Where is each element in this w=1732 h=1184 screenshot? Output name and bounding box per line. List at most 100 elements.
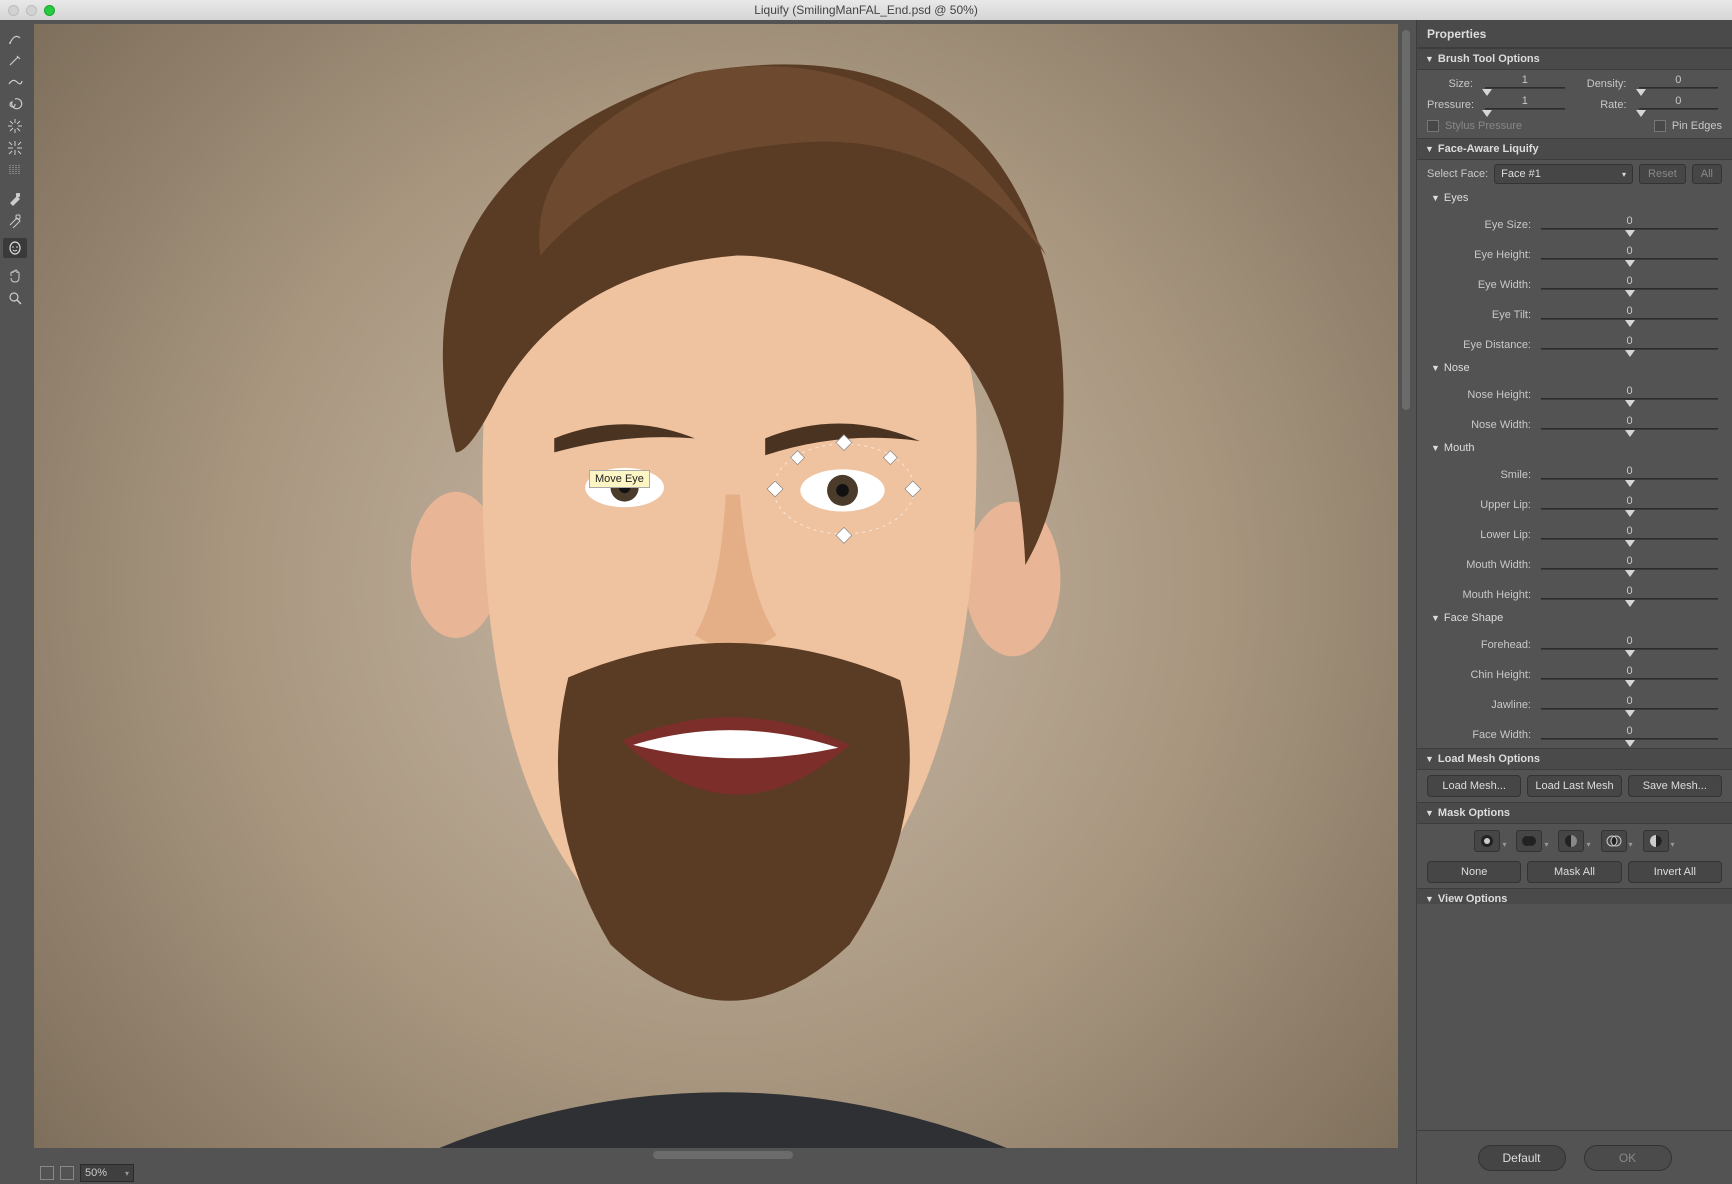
- eye-label-0: Eye Size:: [1427, 219, 1537, 231]
- shape-slider-0[interactable]: [1541, 648, 1718, 650]
- horizontal-scrollbar[interactable]: [34, 1148, 1412, 1162]
- mask-subtract-icon[interactable]: [1558, 830, 1584, 852]
- section-brush-options[interactable]: ▼Brush Tool Options: [1417, 48, 1732, 70]
- nose-value-0[interactable]: 0: [1537, 385, 1722, 397]
- nose-slider-0[interactable]: [1541, 398, 1718, 400]
- freeze-mask-tool[interactable]: [3, 188, 27, 208]
- mouth-slider-4[interactable]: [1541, 598, 1718, 600]
- section-view-options[interactable]: ▼View Options: [1417, 888, 1732, 904]
- mouth-slider-0[interactable]: [1541, 478, 1718, 480]
- all-button[interactable]: All: [1692, 164, 1722, 184]
- save-mesh-button[interactable]: Save Mesh...: [1628, 775, 1722, 797]
- thaw-mask-tool[interactable]: [3, 210, 27, 230]
- mouth-value-1[interactable]: 0: [1537, 495, 1722, 507]
- shape-slider-2[interactable]: [1541, 708, 1718, 710]
- eye-slider-2[interactable]: [1541, 288, 1718, 290]
- shape-value-1[interactable]: 0: [1537, 665, 1722, 677]
- mouth-slider-2[interactable]: [1541, 538, 1718, 540]
- minimize-button[interactable]: [26, 5, 37, 16]
- eye-value-1[interactable]: 0: [1537, 245, 1722, 257]
- mouth-row-3: Mouth Width:0: [1417, 548, 1732, 578]
- mouth-label-0: Smile:: [1427, 469, 1537, 481]
- select-face-label: Select Face:: [1427, 168, 1488, 180]
- mask-invert-icon[interactable]: [1643, 830, 1669, 852]
- subsection-mouth[interactable]: ▼Mouth: [1417, 438, 1732, 458]
- pressure-slider[interactable]: [1485, 108, 1565, 110]
- reconstruct-tool[interactable]: [3, 50, 27, 70]
- zoom-tool[interactable]: [3, 288, 27, 308]
- eye-value-0[interactable]: 0: [1537, 215, 1722, 227]
- pressure-value[interactable]: 1: [1481, 95, 1569, 107]
- eye-value-4[interactable]: 0: [1537, 335, 1722, 347]
- push-left-tool[interactable]: [3, 160, 27, 180]
- shape-value-0[interactable]: 0: [1537, 635, 1722, 647]
- mouth-slider-3[interactable]: [1541, 568, 1718, 570]
- pucker-tool[interactable]: [3, 116, 27, 136]
- size-value[interactable]: 1: [1481, 74, 1569, 86]
- maximize-button[interactable]: [44, 5, 55, 16]
- mouth-value-0[interactable]: 0: [1537, 465, 1722, 477]
- density-slider[interactable]: [1639, 87, 1719, 89]
- vertical-scrollbar[interactable]: [1398, 24, 1412, 1148]
- shape-label-2: Jawline:: [1427, 699, 1537, 711]
- section-face-aware[interactable]: ▼Face-Aware Liquify: [1417, 138, 1732, 160]
- density-value[interactable]: 0: [1635, 74, 1723, 86]
- load-last-mesh-button[interactable]: Load Last Mesh: [1527, 775, 1621, 797]
- twirl-tool[interactable]: [3, 94, 27, 114]
- doc-icon-2[interactable]: [60, 1166, 74, 1180]
- forward-warp-tool[interactable]: [3, 28, 27, 48]
- eye-slider-0[interactable]: [1541, 228, 1718, 230]
- rate-value[interactable]: 0: [1635, 95, 1723, 107]
- close-button[interactable]: [8, 5, 19, 16]
- face-tool[interactable]: [3, 238, 27, 258]
- rate-slider[interactable]: [1639, 108, 1719, 110]
- shape-slider-3[interactable]: [1541, 738, 1718, 740]
- mouth-value-2[interactable]: 0: [1537, 525, 1722, 537]
- mouth-value-4[interactable]: 0: [1537, 585, 1722, 597]
- eye-slider-4[interactable]: [1541, 348, 1718, 350]
- subsection-eyes[interactable]: ▼Eyes: [1417, 188, 1732, 208]
- hand-tool[interactable]: [3, 266, 27, 286]
- section-mask-options[interactable]: ▼Mask Options: [1417, 802, 1732, 824]
- section-load-mesh[interactable]: ▼Load Mesh Options: [1417, 748, 1732, 770]
- shape-slider-1[interactable]: [1541, 678, 1718, 680]
- nose-slider-1[interactable]: [1541, 428, 1718, 430]
- reset-button[interactable]: Reset: [1639, 164, 1686, 184]
- mask-add-icon[interactable]: [1516, 830, 1542, 852]
- size-slider[interactable]: [1485, 87, 1565, 89]
- eye-slider-1[interactable]: [1541, 258, 1718, 260]
- ok-button[interactable]: OK: [1584, 1145, 1672, 1171]
- pin-edges-checkbox[interactable]: [1654, 120, 1666, 132]
- select-face-dropdown[interactable]: Face #1▾: [1494, 164, 1633, 184]
- shape-label-3: Face Width:: [1427, 729, 1537, 741]
- mask-all-button[interactable]: Mask All: [1527, 861, 1621, 883]
- stylus-pressure-checkbox[interactable]: [1427, 120, 1439, 132]
- smooth-tool[interactable]: [3, 72, 27, 92]
- mouth-slider-1[interactable]: [1541, 508, 1718, 510]
- nose-value-1[interactable]: 0: [1537, 415, 1722, 427]
- subsection-nose[interactable]: ▼Nose: [1417, 358, 1732, 378]
- eye-slider-3[interactable]: [1541, 318, 1718, 320]
- bloat-tool[interactable]: [3, 138, 27, 158]
- titlebar: Liquify (SmilingManFAL_End.psd @ 50%): [0, 0, 1732, 20]
- mask-invert-all-button[interactable]: Invert All: [1628, 861, 1722, 883]
- pin-edges-label: Pin Edges: [1672, 120, 1722, 132]
- eye-value-2[interactable]: 0: [1537, 275, 1722, 287]
- eye-value-3[interactable]: 0: [1537, 305, 1722, 317]
- default-button[interactable]: Default: [1478, 1145, 1566, 1171]
- mouth-value-3[interactable]: 0: [1537, 555, 1722, 567]
- load-mesh-button[interactable]: Load Mesh...: [1427, 775, 1521, 797]
- canvas[interactable]: Move Eye: [34, 24, 1412, 1148]
- zoom-level[interactable]: 50%▾: [80, 1164, 134, 1182]
- mask-intersect-icon[interactable]: [1601, 830, 1627, 852]
- mask-replace-icon[interactable]: [1474, 830, 1500, 852]
- shape-value-2[interactable]: 0: [1537, 695, 1722, 707]
- mask-none-button[interactable]: None: [1427, 861, 1521, 883]
- shape-row-3: Face Width:0: [1417, 718, 1732, 748]
- doc-icon-1[interactable]: [40, 1166, 54, 1180]
- shape-value-3[interactable]: 0: [1537, 725, 1722, 737]
- zoom-value: 50%: [85, 1167, 107, 1179]
- eye-label-1: Eye Height:: [1427, 249, 1537, 261]
- subsection-face-shape[interactable]: ▼Face Shape: [1417, 608, 1732, 628]
- eye-row-2: Eye Width:0: [1417, 268, 1732, 298]
